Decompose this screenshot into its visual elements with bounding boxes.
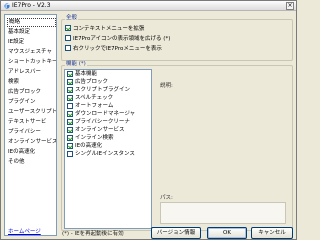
checkbox-unchecked[interactable] (67, 102, 73, 109)
checkbox-unchecked[interactable] (65, 35, 71, 41)
checkbox-unchecked[interactable] (65, 45, 71, 51)
title-bar[interactable]: IE7Pro - V2.3 × (1, 1, 296, 11)
sidebar-item-search[interactable]: 検索 (7, 78, 56, 87)
option-right-click-menu[interactable]: 右クリックでIE7Proメニューを表示 (65, 45, 162, 53)
sidebar-item-online-services[interactable]: オンラインサービス (7, 138, 56, 147)
sidebar-item-text-service[interactable]: テキストサービ (7, 118, 56, 127)
path-label: パス: (160, 195, 173, 201)
sidebar-item-overview[interactable]: 概略 (7, 18, 56, 27)
modules-heading: 機能 (*) (65, 61, 87, 68)
sidebar-item-ad-block[interactable]: 広告ブロック (7, 88, 56, 97)
sidebar-item-user-scripts[interactable]: ユーザースクリプト (7, 108, 56, 117)
cancel-button[interactable]: キャンセル (251, 227, 293, 239)
list-item[interactable]: 基本機能 (67, 70, 97, 79)
restart-note: (*) - IEを再起動後に有効 (62, 231, 124, 237)
list-item[interactable]: スクリプトプラグイン (67, 86, 130, 95)
checkbox-checked[interactable] (67, 126, 73, 133)
checkbox-unchecked[interactable] (67, 150, 73, 157)
option-extend-context-menu[interactable]: コンテキストメニューを拡張 (65, 25, 144, 33)
option-wider-icon-area[interactable]: IE7Proアイコンの表示領域を広げる (*) (65, 35, 170, 43)
ok-button[interactable]: OK (207, 227, 247, 239)
sidebar-item-ie-settings[interactable]: IE設定 (7, 38, 56, 47)
path-field (160, 202, 286, 224)
ie7pro-app-icon (4, 3, 10, 9)
checkbox-checked[interactable] (67, 78, 73, 85)
checkbox-checked[interactable] (67, 94, 73, 101)
checkbox-checked[interactable] (67, 118, 73, 125)
list-item[interactable]: プライバシークリーナ (67, 118, 130, 127)
checkbox-checked[interactable] (67, 70, 73, 77)
list-item[interactable]: ダウンロードマネージャ (67, 110, 135, 119)
module-list[interactable]: 基本機能 広告ブロック スクリプトプラグイン スペルチェック オートフォーム ダ… (64, 69, 152, 229)
list-item[interactable]: スペルチェック (67, 94, 113, 103)
close-icon[interactable]: × (286, 2, 294, 10)
homepage-link[interactable]: ホームページ (8, 228, 41, 236)
sidebar-item-plugins[interactable]: プラグイン (7, 98, 56, 107)
window-title: IE7Pro - V2.3 (12, 2, 51, 9)
sidebar-item-ie-speedup[interactable]: IEの高速化 (7, 148, 56, 157)
sidebar-item-privacy[interactable]: プライバシー (7, 128, 56, 137)
checkbox-checked[interactable] (67, 110, 73, 117)
general-heading: 全般 (65, 15, 79, 22)
list-item[interactable]: オートフォーム (67, 102, 113, 111)
checkbox-checked[interactable] (65, 25, 71, 31)
list-item[interactable]: シングルIEインスタンス (67, 150, 135, 159)
sidebar-item-address-bar[interactable]: アドレスバー (7, 68, 56, 77)
sidebar-item-shortcut-keys[interactable]: ショートカットキー (7, 58, 56, 67)
sidebar-item-other[interactable]: その他 (7, 158, 56, 167)
checkbox-checked[interactable] (67, 86, 73, 93)
description-label: 説明: (160, 83, 173, 89)
dialog-window: IE7Pro - V2.3 × 概略 基本設定 IE設定 マウスジェスチャ ショ… (0, 0, 297, 240)
version-info-button[interactable]: バージョン情報 (151, 227, 201, 239)
list-item[interactable]: IEの高速化 (67, 142, 102, 151)
checkbox-checked[interactable] (67, 142, 73, 149)
list-item[interactable]: オンラインサービス (67, 126, 125, 135)
checkbox-checked[interactable] (67, 134, 73, 141)
description-panel: 説明: パス: (156, 69, 289, 229)
sidebar-nav: 概略 基本設定 IE設定 マウスジェスチャ ショートカットキー アドレスバー 検… (4, 14, 57, 236)
list-item[interactable]: 広告ブロック (67, 78, 108, 87)
sidebar-item-mouse-gesture[interactable]: マウスジェスチャ (7, 48, 56, 57)
list-item[interactable]: インライン検索 (67, 134, 114, 143)
sidebar-item-basic-settings[interactable]: 基本設定 (7, 28, 56, 37)
